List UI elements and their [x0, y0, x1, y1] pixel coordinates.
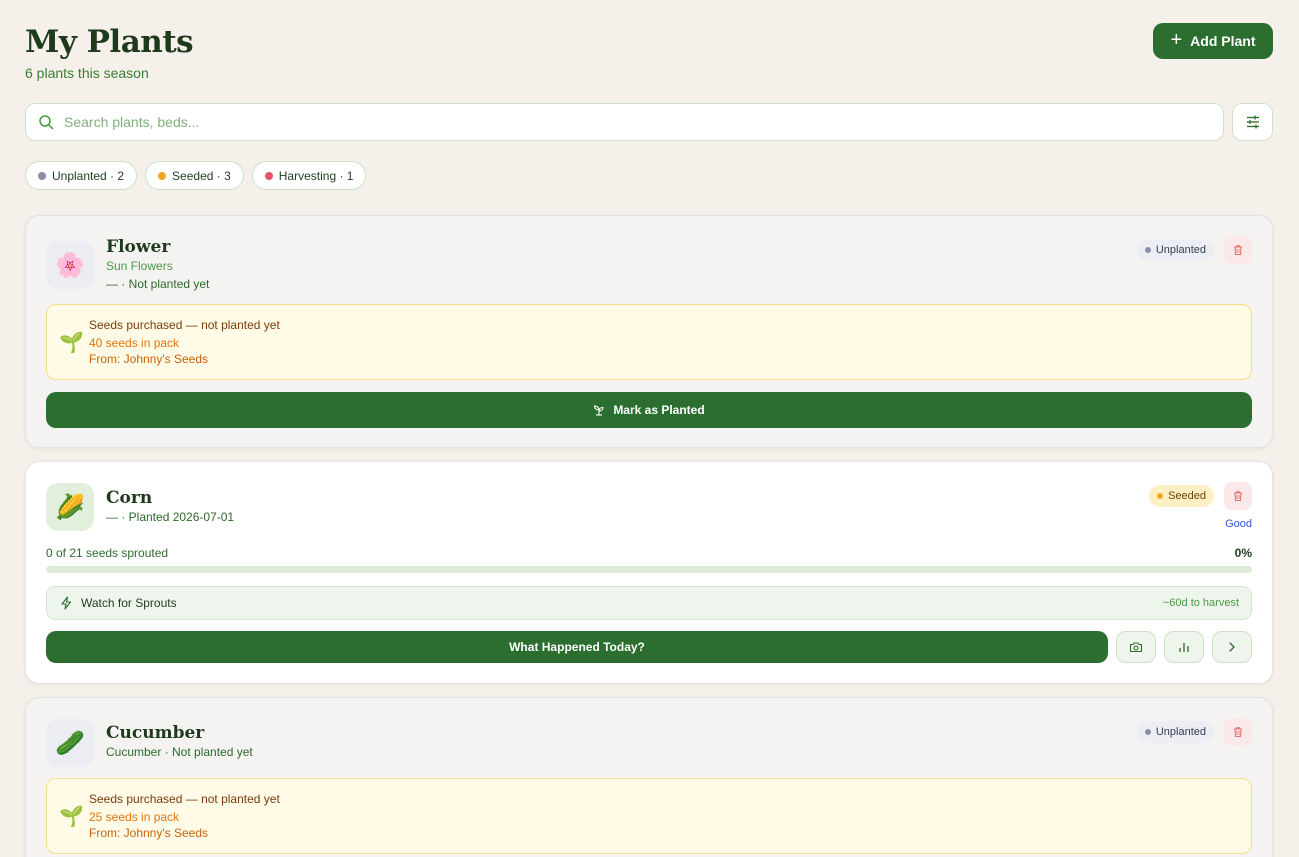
- sliders-icon: [1246, 115, 1259, 129]
- status-dot: [1144, 247, 1151, 253]
- trash-icon: [1234, 245, 1242, 256]
- seed-count: 40 seeds in pack: [89, 336, 180, 350]
- status-label: Unplanted: [1155, 244, 1206, 256]
- plant-meta: Cucumber · Not planted yet: [106, 745, 253, 759]
- plant-card-flower[interactable]: 🌸 Flower Sun Flowers — · Not planted yet…: [25, 215, 1273, 448]
- page-subtitle: 6 plants this season: [25, 65, 149, 81]
- bar-chart-icon: [1179, 643, 1189, 652]
- search-box: [25, 103, 1224, 141]
- mark-as-planted-label: Mark as Planted: [613, 403, 705, 417]
- chip-seeded[interactable]: Seeded · 3: [145, 161, 244, 190]
- trash-icon: [1234, 727, 1242, 738]
- seed-source: From: Johnny's Seeds: [89, 352, 209, 366]
- filter-button[interactable]: [1232, 103, 1273, 141]
- sprout-progress-percent: 0%: [1234, 546, 1252, 560]
- add-plant-label: Add Plant: [1190, 33, 1256, 49]
- plant-variety: Sun Flowers: [106, 259, 173, 273]
- unplanted-dot: [38, 171, 46, 180]
- plant-name: Corn: [106, 488, 153, 508]
- seed-count: 25 seeds in pack: [89, 810, 180, 824]
- plant-card-corn[interactable]: 🌽 Corn — · Planted 2026-07-01 Seeded Goo…: [25, 461, 1273, 684]
- lightning-icon: [61, 596, 72, 610]
- chevron-right-icon: [1229, 642, 1235, 652]
- search-input[interactable]: [64, 114, 1164, 130]
- plant-card-cucumber[interactable]: 🥒 Cucumber Cucumber · Not planted yet Un…: [25, 697, 1273, 857]
- status-label: Seeded: [1168, 490, 1206, 502]
- mark-as-planted-button[interactable]: Mark as Planted: [46, 392, 1252, 428]
- log-today-label: What Happened Today?: [509, 640, 645, 654]
- status-badge: Unplanted: [1136, 239, 1214, 261]
- trash-icon: [1234, 491, 1242, 502]
- open-details-button[interactable]: [1212, 631, 1252, 663]
- chip-label: Harvesting · 1: [278, 168, 354, 183]
- plant-meta: — · Planted 2026-07-01: [106, 510, 235, 524]
- plant-name: Cucumber: [106, 723, 205, 743]
- status-badge: Seeded: [1149, 485, 1214, 507]
- chip-harvesting[interactable]: Harvesting · 1: [251, 161, 367, 190]
- status-filter-chips: Unplanted · 2 Seeded · 3 Harvesting · 1: [25, 161, 367, 190]
- page-title: My Plants: [25, 24, 194, 60]
- delete-plant-button[interactable]: [1224, 718, 1252, 746]
- page-header: My Plants 6 plants this season + Add Pla…: [25, 0, 1273, 100]
- search-icon: [39, 115, 54, 130]
- plant-name: Flower: [106, 237, 171, 257]
- sprout-progress-label: 0 of 21 seeds sprouted: [46, 546, 169, 560]
- chip-unplanted[interactable]: Unplanted · 2: [25, 161, 138, 190]
- corn-icon: 🌽: [46, 483, 94, 531]
- log-today-button[interactable]: What Happened Today?: [46, 631, 1108, 663]
- chip-label: Unplanted · 2: [52, 168, 125, 183]
- delete-plant-button[interactable]: [1224, 236, 1252, 264]
- search-row: [25, 103, 1273, 141]
- seedling-icon: 🌱: [59, 332, 84, 354]
- status-label: Unplanted: [1155, 726, 1206, 738]
- seed-info-box: 🌱 Seeds purchased — not planted yet 40 s…: [46, 304, 1252, 380]
- health-status: Good: [1225, 518, 1252, 530]
- status-dot: [1144, 729, 1151, 735]
- status-dot: [1157, 493, 1164, 499]
- stats-button[interactable]: [1164, 631, 1204, 663]
- seed-info-box: 🌱 Seeds purchased — not planted yet 25 s…: [46, 778, 1252, 854]
- blossom-icon: 🌸: [46, 241, 94, 289]
- delete-plant-button[interactable]: [1224, 482, 1252, 510]
- next-step-text: Watch for Sprouts: [81, 596, 177, 610]
- sprout-icon: [594, 405, 604, 416]
- status-badge: Unplanted: [1136, 721, 1214, 743]
- harvesting-dot: [264, 171, 273, 180]
- seeded-dot: [158, 171, 167, 180]
- add-plant-button[interactable]: + Add Plant: [1153, 23, 1273, 59]
- plus-icon: +: [1170, 29, 1183, 51]
- plants-page: My Plants 6 plants this season + Add Pla…: [25, 0, 1273, 857]
- seed-info-title: Seeds purchased — not planted yet: [89, 792, 280, 806]
- seedling-icon: 🌱: [59, 806, 84, 828]
- cucumber-icon: 🥒: [46, 719, 94, 767]
- seed-info-title: Seeds purchased — not planted yet: [89, 318, 280, 332]
- sprout-progress-bar: [46, 566, 1252, 573]
- seed-source: From: Johnny's Seeds: [89, 826, 209, 840]
- plant-meta: — · Not planted yet: [106, 277, 210, 291]
- harvest-estimate: ~60d to harvest: [1162, 597, 1239, 609]
- photo-button[interactable]: [1116, 631, 1156, 663]
- camera-icon: [1129, 642, 1143, 653]
- next-step-box: Watch for Sprouts ~60d to harvest: [46, 586, 1252, 620]
- chip-label: Seeded · 3: [172, 168, 231, 183]
